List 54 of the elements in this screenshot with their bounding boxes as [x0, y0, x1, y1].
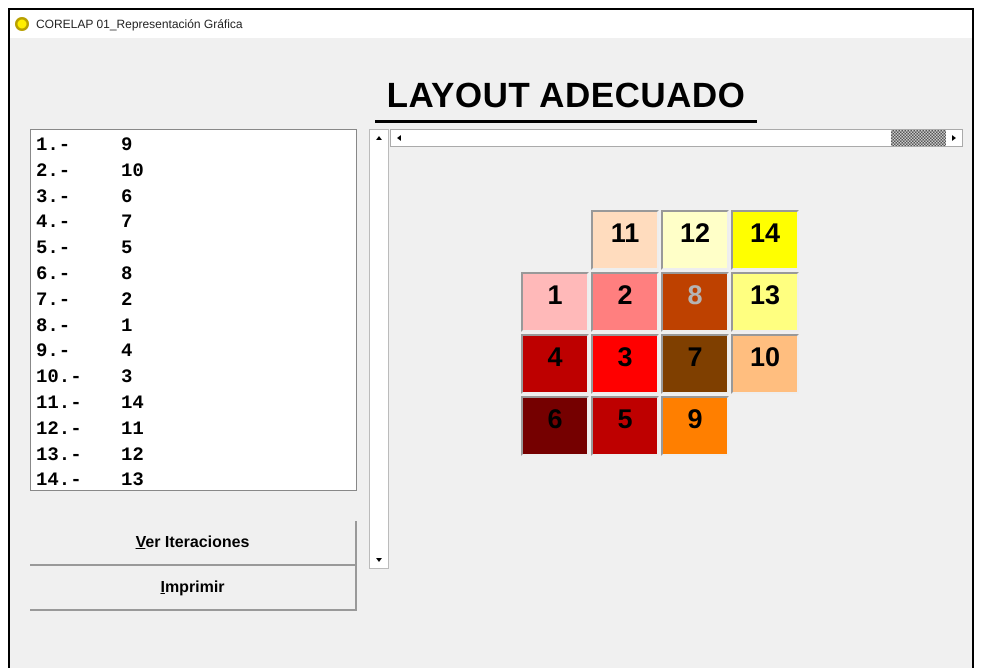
department-block: 7 — [661, 334, 729, 394]
department-number: 7 — [121, 210, 132, 236]
department-number: 1 — [121, 314, 132, 339]
vertical-scrollbar[interactable] — [369, 129, 389, 569]
rank-text: 3.- — [36, 184, 72, 210]
department-block: 11 — [591, 210, 659, 270]
scroll-up-icon[interactable] — [375, 134, 383, 142]
department-number: 14 — [121, 390, 144, 416]
rank-text: 9.- — [36, 339, 72, 364]
order-listbox[interactable]: 1.- 9 2.- 10 3.- 6 4.- 7 5.- 5 6.- 8 7.- 2 8.- 1 9.- 4 10.- 3 11.- 14 12.- 11 13.- 12 14.- 13 — [30, 129, 357, 491]
scroll-thumb[interactable] — [891, 130, 946, 146]
department-block: 5 — [591, 396, 659, 456]
rank-text: 10.- — [36, 365, 83, 390]
rank-text: 1.- — [36, 133, 72, 158]
department-number: 3 — [121, 365, 132, 390]
department-block: 9 — [661, 396, 729, 456]
department-number: 12 — [121, 442, 144, 468]
department-number: 4 — [121, 339, 132, 364]
rank-text: 14.- — [36, 468, 83, 494]
department-number: 13 — [121, 468, 144, 494]
layout-heading: LAYOUT ADECUADO — [374, 76, 758, 123]
department-block: 6 — [521, 396, 589, 456]
department-block: 3 — [591, 334, 659, 394]
horizontal-scrollbar[interactable] — [390, 129, 963, 147]
department-block: 2 — [591, 272, 659, 332]
rank-text: 2.- — [36, 158, 72, 184]
rank-text: 13.- — [36, 442, 83, 468]
department-block: 4 — [521, 334, 589, 394]
department-block: 10 — [731, 334, 799, 394]
department-number: 11 — [121, 416, 144, 442]
rank-text: 12.- — [36, 416, 83, 442]
rank-text: 6.- — [36, 262, 72, 287]
department-number: 8 — [121, 262, 132, 287]
print-button[interactable]: Imprimir — [30, 566, 357, 611]
department-block: 13 — [731, 272, 799, 332]
scroll-left-icon[interactable] — [395, 134, 403, 142]
department-number: 10 — [121, 158, 144, 184]
window-title: CORELAP 01_Representación Gráfica — [36, 17, 243, 31]
scroll-down-icon[interactable] — [375, 556, 383, 564]
department-number: 2 — [121, 288, 132, 313]
rank-text: 4.- — [36, 210, 72, 236]
rank-text: 7.- — [36, 288, 72, 313]
scroll-right-icon[interactable] — [950, 134, 958, 142]
department-number: 9 — [121, 133, 132, 158]
rank-text: 5.- — [36, 236, 72, 262]
rank-text: 11.- — [36, 390, 83, 416]
department-block: 14 — [731, 210, 799, 270]
view-iterations-button[interactable]: Ver Iteraciones — [30, 521, 357, 566]
department-block: 12 — [661, 210, 729, 270]
rank-text: 8.- — [36, 314, 72, 339]
department-block: 1 — [521, 272, 589, 332]
department-number: 5 — [121, 236, 132, 262]
department-number: 6 — [121, 184, 132, 210]
department-block: 8 — [661, 272, 729, 332]
